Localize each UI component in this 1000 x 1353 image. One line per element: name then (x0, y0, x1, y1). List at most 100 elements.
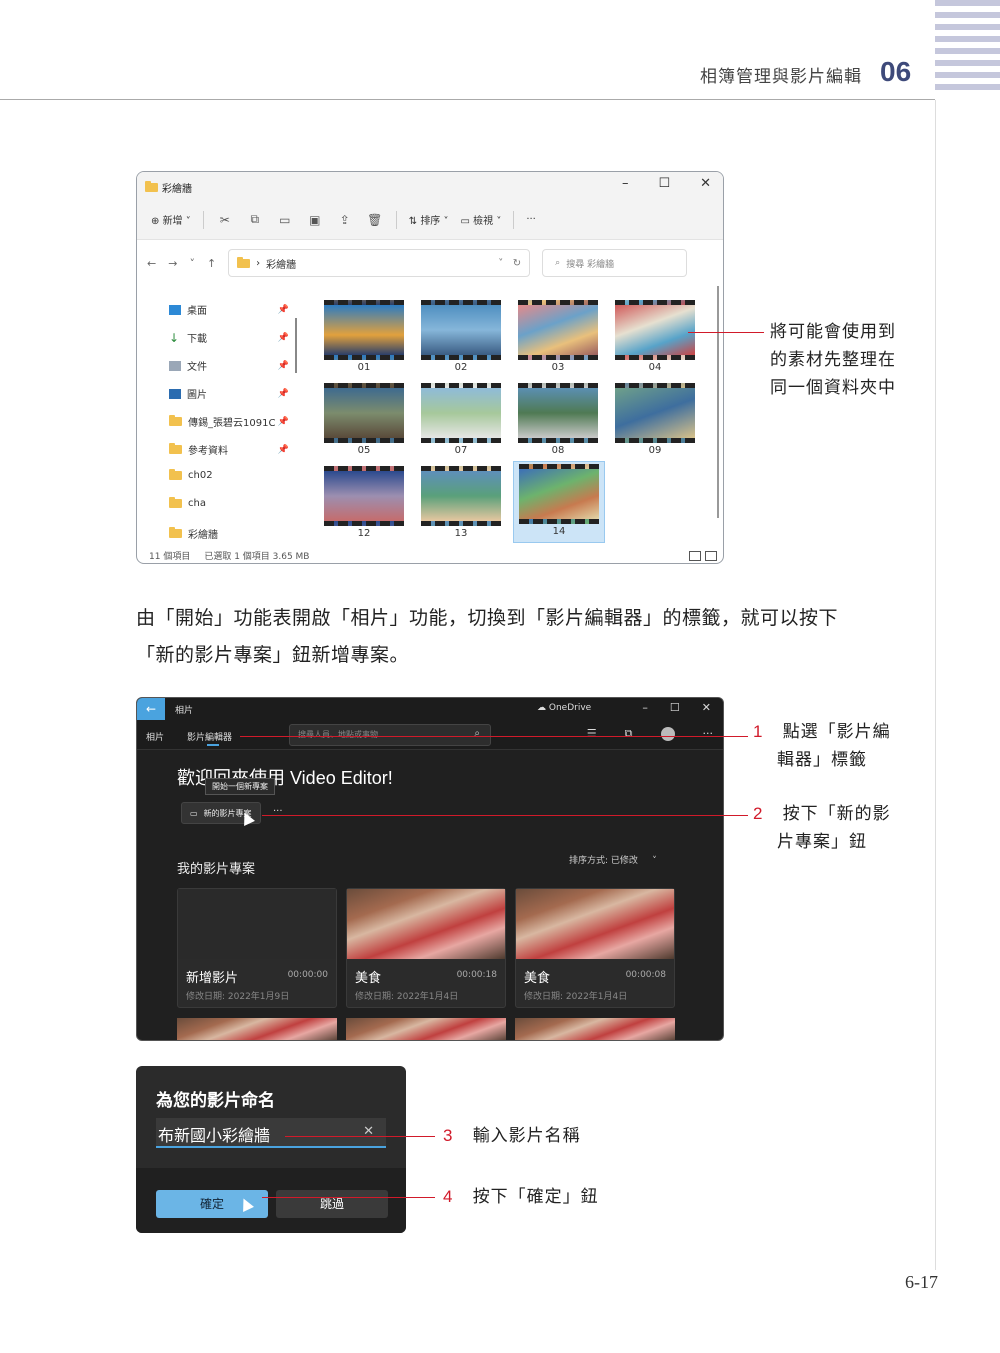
dialog-title: 為您的影片命名 (156, 1091, 275, 1111)
nav-item-folder[interactable]: ch02 (169, 469, 289, 481)
more-icon[interactable]: ··· (703, 727, 714, 741)
folder-icon (169, 497, 182, 508)
callout-step-1: 1 點選「影片編 輯器」標籤 (753, 722, 891, 770)
callout-line (262, 1197, 435, 1198)
file-thumbnail[interactable]: 02 (420, 298, 502, 374)
toolbar-divider (395, 210, 397, 229)
address-bar[interactable]: › 彩繪牆 ˅ ↻ (228, 249, 531, 277)
editor-toolbar: ☰ ⧉ ··· (587, 727, 713, 741)
item-count: 11 個項目 (149, 551, 191, 562)
project-card[interactable]: 美食 00:00:08 修改日期: 2022年1月4日 (515, 888, 675, 1008)
callout-explorer: 將可能會使用到 的素材先整理在 同一個資料夾中 (770, 322, 896, 398)
file-thumbnail[interactable]: 09 (614, 381, 696, 457)
project-thumbnail (516, 889, 674, 959)
back-arrow-icon[interactable]: ← (147, 257, 156, 270)
download-icon: ↓ (169, 330, 180, 345)
view-toggle[interactable] (689, 551, 717, 561)
maximize-button[interactable]: ☐ (670, 701, 680, 714)
project-thumbnail[interactable] (177, 1018, 337, 1040)
cut-icon[interactable]: ✂ (216, 213, 234, 227)
callout-step-3: 3 輸入影片名稱 (443, 1126, 581, 1146)
nav-item-downloads[interactable]: ↓ 下載 📌 (169, 330, 289, 346)
corner-decoration (935, 0, 1000, 100)
close-button[interactable]: ✕ (702, 701, 711, 714)
nav-item-folder[interactable]: 參考資料 📌 (169, 442, 289, 457)
folder-icon (169, 469, 182, 480)
skip-button[interactable]: 跳過 (276, 1190, 388, 1218)
search-input[interactable]: ⌕ 搜尋 彩繪牆 (542, 249, 688, 277)
nav-item-folder[interactable]: 彩繪牆 (169, 526, 289, 541)
callout-step-2: 2 按下「新的影 片專案」鈕 (753, 804, 891, 852)
search-icon: ⌕ (474, 728, 480, 739)
search-input[interactable]: 搜尋人員、地點或事物 ⌕ (289, 724, 491, 746)
address-bar-row: ← → ˅ ↑ › 彩繪牆 ˅ ↻ ⌕ 搜尋 彩繪牆 (137, 240, 723, 286)
grid-scrollbar[interactable] (717, 286, 719, 518)
file-thumbnail[interactable]: 03 (517, 298, 599, 374)
pictures-icon (169, 388, 181, 399)
delete-icon[interactable]: 🗑 (366, 213, 384, 227)
paste-icon[interactable]: ▭ (276, 213, 294, 227)
breadcrumb: 彩繪牆 (266, 259, 297, 271)
project-card[interactable]: 新增影片 00:00:00 修改日期: 2022年1月9日 (177, 888, 337, 1008)
nav-scrollbar[interactable] (295, 318, 297, 373)
file-explorer-window: 彩繪牆 – ☐ ✕ ⊕ 新增 ˅ ✂ ⧉ ▭ ▣ ⇪ 🗑 ⇅ 排序 ˅ ▭ 檢視… (136, 171, 724, 564)
back-button[interactable]: ← (137, 698, 165, 720)
close-button[interactable]: ✕ (700, 176, 711, 191)
chapter-title: 相簿管理與影片編輯 (700, 67, 862, 87)
video-icon: ▭ (190, 808, 198, 818)
nav-item-pictures[interactable]: 圖片 📌 (169, 386, 289, 401)
minimize-button[interactable]: – (642, 701, 648, 714)
page-number: 6-17 (905, 1272, 938, 1292)
tab-video-editor[interactable]: 影片編輯器 (187, 730, 232, 746)
file-thumbnail[interactable]: 04 (614, 298, 696, 374)
nav-item-documents[interactable]: 文件 📌 (169, 358, 289, 373)
window-controls: – ☐ ✕ (642, 701, 711, 714)
more-button[interactable]: ··· (526, 214, 536, 225)
file-thumbnail[interactable]: 08 (517, 381, 599, 457)
section-title: 我的影片專案 (177, 862, 256, 877)
breadcrumb-separator: › (256, 257, 261, 269)
share-icon[interactable]: ⇪ (336, 213, 354, 227)
file-thumbnail[interactable]: 13 (420, 464, 502, 540)
window-title: 彩繪牆 (145, 180, 192, 195)
pin-icon: 📌 (277, 416, 289, 427)
new-button[interactable]: ⊕ 新增 ˅ (151, 212, 191, 227)
file-thumbnail[interactable]: 01 (323, 298, 405, 374)
name-video-dialog: 為您的影片命名 布新國小彩繪牆 ✕ 確定 跳過 (136, 1066, 406, 1233)
forward-arrow-icon[interactable]: → (168, 257, 177, 270)
nav-item-folder[interactable]: cha (169, 497, 289, 509)
select-icon[interactable]: ☰ (587, 727, 597, 741)
nav-item-desktop[interactable]: 桌面 📌 (169, 302, 289, 317)
view-button[interactable]: ▭ 檢視 ˅ (461, 212, 502, 227)
file-thumbnail[interactable]: 05 (323, 381, 405, 457)
copy-icon[interactable]: ⧉ (246, 212, 264, 227)
project-thumbnail[interactable] (346, 1018, 506, 1040)
folder-icon (169, 527, 182, 538)
maximize-button[interactable]: ☐ (658, 176, 670, 191)
rename-icon[interactable]: ▣ (306, 213, 324, 227)
callout-line (285, 1136, 435, 1137)
window-title-text: 彩繪牆 (162, 184, 192, 195)
video-name-input[interactable]: 布新國小彩繪牆 ✕ (156, 1118, 386, 1148)
project-thumbnail[interactable] (515, 1018, 675, 1040)
sort-button[interactable]: ⇅ 排序 ˅ (409, 212, 449, 227)
file-thumbnail[interactable]: 12 (323, 464, 405, 540)
sort-dropdown[interactable]: 排序方式: 已修改 ˅ (569, 853, 657, 866)
chevron-down-icon[interactable]: ˅ (189, 257, 195, 270)
up-arrow-icon[interactable]: ↑ (207, 257, 216, 270)
project-card[interactable]: 美食 00:00:18 修改日期: 2022年1月4日 (346, 888, 506, 1008)
callout-step-4: 4 按下「確定」鈕 (443, 1187, 599, 1207)
project-thumbnail (347, 889, 505, 959)
onedrive-status[interactable]: ☁ OneDrive (537, 703, 591, 713)
details-view-icon[interactable] (689, 551, 701, 561)
thumbnail-view-icon[interactable] (705, 551, 717, 561)
minimize-button[interactable]: – (622, 176, 629, 191)
nav-item-folder[interactable]: 傳錫_張碧云1091C 📌 (169, 414, 289, 429)
tooltip: 開始一個新專案 (205, 778, 275, 795)
file-thumbnail-selected[interactable]: 14 (513, 461, 605, 543)
import-icon[interactable]: ⧉ (625, 727, 633, 741)
file-thumbnail[interactable]: 07 (420, 381, 502, 457)
tab-photos[interactable]: 相片 (146, 730, 164, 743)
avatar[interactable] (660, 727, 675, 741)
chevron-down-icon[interactable]: ˅ ↻ (498, 258, 521, 269)
